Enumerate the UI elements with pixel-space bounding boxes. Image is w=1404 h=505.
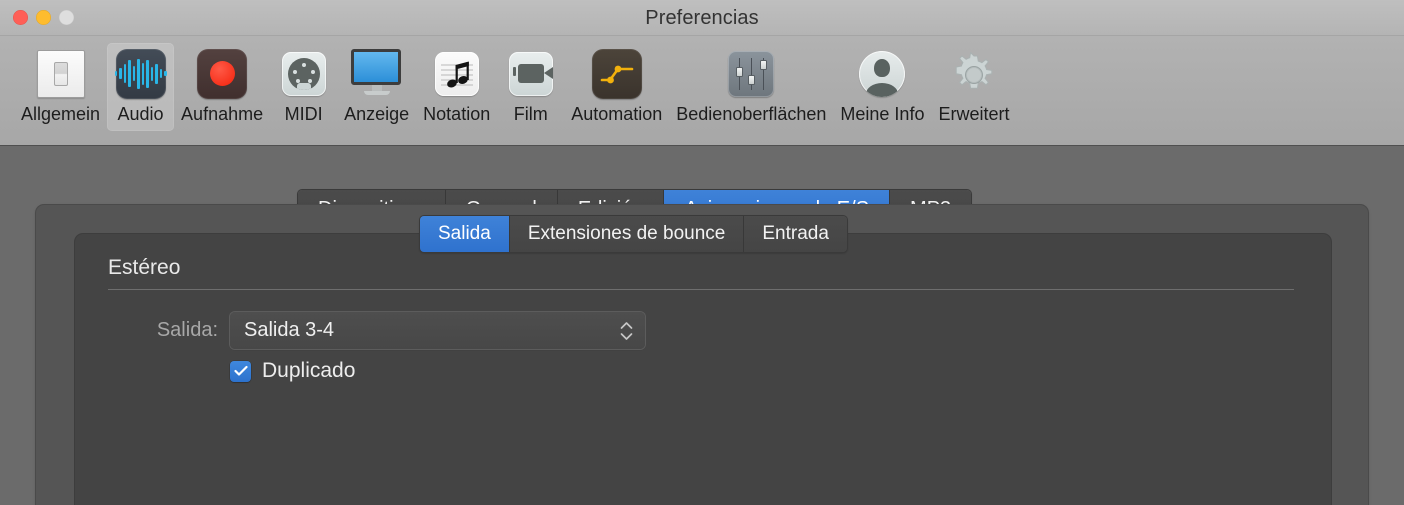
- automation-curve-icon: [590, 47, 643, 100]
- user-avatar-icon: [856, 47, 909, 100]
- toolbar-item-label: Erweitert: [938, 104, 1010, 124]
- toolbar-item-label: Notation: [423, 104, 491, 124]
- toolbar-item-label: Audio: [117, 104, 164, 124]
- toolbar-item-allgemein[interactable]: Allgemein: [14, 43, 107, 131]
- toolbar-item-label: Anzeige: [344, 104, 410, 124]
- toolbar-item-label: MIDI: [284, 104, 323, 124]
- display-monitor-icon: [350, 47, 403, 100]
- subtab-entrada[interactable]: Entrada: [744, 216, 847, 252]
- subtab-salida[interactable]: Salida: [420, 216, 510, 252]
- music-note-icon: [430, 47, 483, 100]
- toolbar-item-label: Aufnahme: [181, 104, 264, 124]
- toolbar-item-label: Automation: [571, 104, 663, 124]
- title-bar: Preferencias: [0, 0, 1404, 36]
- duplicate-checkbox-label: Duplicado: [262, 359, 356, 382]
- record-dot-icon: [196, 47, 249, 100]
- toolbar-item-film[interactable]: Film: [497, 43, 564, 131]
- chevron-updown-icon: [620, 321, 633, 340]
- output-popup-button[interactable]: Salida 3-4: [230, 312, 645, 349]
- toolbar-item-midi[interactable]: MIDI: [270, 43, 337, 131]
- toolbar-item-label: Allgemein: [21, 104, 101, 124]
- preferences-window: Preferencias Allgemein Audio Aufnahme MI…: [0, 0, 1404, 505]
- toolbar-item-label: Bedienoberflächen: [676, 104, 827, 124]
- toolbar-item-automation[interactable]: Automation: [564, 43, 669, 131]
- output-popup-value: Salida 3-4: [244, 319, 335, 341]
- duplicate-checkbox-row[interactable]: Duplicado: [230, 359, 355, 383]
- output-field-label: Salida:: [156, 319, 218, 341]
- preferences-toolbar: Allgemein Audio Aufnahme MIDI Anzeige No…: [0, 36, 1404, 146]
- audio-waveform-icon: [114, 47, 167, 100]
- toolbar-item-label: Film: [513, 104, 548, 124]
- light-switch-icon: [34, 47, 87, 100]
- toolbar-item-erweitert[interactable]: Erweitert: [931, 43, 1016, 131]
- toolbar-item-notation[interactable]: Notation: [416, 43, 497, 131]
- subtab-extensiones-de-bounce[interactable]: Extensiones de bounce: [509, 216, 745, 252]
- toolbar-item-aufnahme[interactable]: Aufnahme: [174, 43, 270, 131]
- faders-icon: [725, 47, 778, 100]
- toolbar-item-anzeige[interactable]: Anzeige: [337, 43, 416, 131]
- duplicate-checkbox[interactable]: [230, 360, 251, 382]
- group-divider: [108, 289, 1294, 290]
- sub-tab-bar: Salida Extensiones de bounce Entrada: [420, 216, 847, 252]
- group-title-estereo: Estéreo: [108, 256, 181, 279]
- midi-connector-icon: [277, 47, 330, 100]
- output-field-row: Salida: Salida 3-4: [108, 312, 645, 349]
- gear-icon: [947, 47, 1000, 100]
- video-camera-icon: [504, 47, 557, 100]
- toolbar-item-meine-info[interactable]: Meine Info: [833, 43, 931, 131]
- toolbar-item-label: Meine Info: [840, 104, 925, 124]
- checkmark-icon: [233, 365, 248, 376]
- window-title: Preferencias: [645, 7, 759, 29]
- content-area: Dispositivos General Edición Asignacione…: [0, 146, 1404, 505]
- toolbar-item-bedienoberflaechen[interactable]: Bedienoberflächen: [669, 43, 833, 131]
- toolbar-item-audio[interactable]: Audio: [107, 43, 175, 131]
- settings-panel-outer: Salida Extensiones de bounce Entrada Est…: [36, 205, 1368, 505]
- settings-panel-inner: Estéreo Salida: Salida 3-4 Duplicado: [75, 234, 1331, 505]
